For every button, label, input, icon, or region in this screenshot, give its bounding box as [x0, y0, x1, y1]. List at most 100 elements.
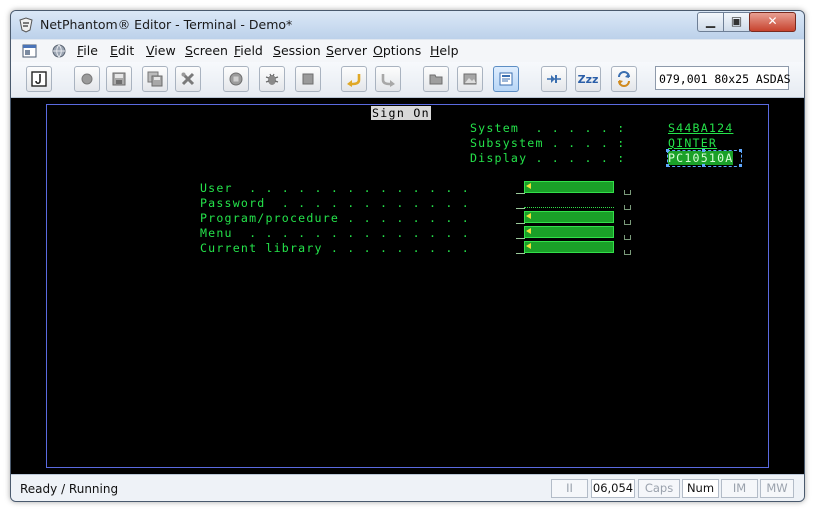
program-procedure-input[interactable] [524, 211, 614, 223]
menu-help[interactable]: Help [430, 43, 459, 58]
subsystem-label: Subsystem . . . . : [470, 136, 626, 150]
folder-icon [429, 74, 443, 85]
title-bar[interactable]: NetPhantom® Editor - Terminal - Demo* ▁ … [11, 11, 804, 39]
resize-handle[interactable] [702, 164, 705, 167]
save-all-icon [147, 71, 163, 87]
folder-button[interactable] [423, 66, 449, 92]
status-mw: MW [760, 479, 794, 498]
resize-handle[interactable] [739, 149, 742, 152]
status-caps: Caps [638, 479, 680, 498]
menu-bar: File Edit View Screen Field Session Serv… [11, 39, 804, 62]
resize-handle[interactable] [702, 149, 705, 152]
stop-circle-button[interactable] [223, 66, 249, 92]
field-marker-icon [526, 243, 531, 249]
subsystem-value: QINTER [668, 136, 718, 150]
menu-input[interactable] [524, 226, 614, 238]
field-end-mark [624, 250, 631, 255]
record-button[interactable] [74, 66, 100, 92]
sign-on-heading: Sign On [371, 106, 431, 120]
field-marker-icon [526, 213, 531, 219]
save-button[interactable] [106, 66, 132, 92]
status-num: Num [682, 479, 719, 498]
record-icon [81, 73, 93, 85]
menu-edit[interactable]: Edit [110, 43, 134, 58]
current-library-input[interactable] [524, 241, 614, 253]
refresh-icon [618, 71, 630, 87]
current-library-label: Current library . . . . . . . . . [200, 241, 470, 255]
debug-button[interactable] [259, 66, 285, 92]
menu-file[interactable]: File [77, 43, 98, 58]
status-cursor-position: 06,054 [591, 479, 635, 498]
field-start-mark [516, 238, 525, 239]
password-label: Password . . . . . . . . . . . . [200, 196, 470, 210]
menu-field[interactable]: Field [234, 43, 263, 58]
user-label: User . . . . . . . . . . . . . . [200, 181, 470, 195]
menu-session[interactable]: Session [273, 43, 321, 58]
status-text: Ready / Running [20, 482, 119, 496]
step-button[interactable] [541, 66, 567, 92]
maximize-button[interactable]: ▣ [723, 12, 750, 32]
undo-icon [347, 74, 361, 87]
status-im: IM [721, 479, 758, 498]
field-marker-icon [526, 183, 531, 189]
position-info-field: 079,001 80x25 ASDAS [655, 66, 791, 90]
toolbar: Zzz 079,001 80x25 ASDAS [11, 62, 804, 98]
menu-screen[interactable]: Screen [185, 43, 228, 58]
globe-icon[interactable] [51, 43, 67, 59]
java-button[interactable] [26, 66, 52, 92]
system-value: S44BA124 [668, 121, 734, 135]
status-ii: II [551, 479, 588, 498]
terminal-screen[interactable]: Sign On System . . . . . : S44BA124 Subs… [11, 98, 804, 474]
system-label: System . . . . . : [470, 121, 626, 135]
save-icon [112, 72, 126, 86]
menu-options[interactable]: Options [373, 43, 421, 58]
sleep-button[interactable]: Zzz [575, 66, 601, 92]
close-button[interactable]: ✕ [749, 12, 796, 32]
menu-label: Menu . . . . . . . . . . . . . . [200, 226, 470, 240]
field-start-mark [516, 193, 525, 194]
field-start-mark [516, 208, 525, 209]
redo-icon [381, 74, 395, 87]
screen-view-button[interactable] [493, 66, 519, 92]
editor-window: NetPhantom® Editor - Terminal - Demo* ▁ … [10, 10, 805, 502]
field-end-mark [624, 205, 631, 210]
java-icon [31, 71, 47, 87]
minimize-icon: ▁ [705, 14, 716, 28]
field-end-mark [624, 190, 631, 195]
resize-handle[interactable] [739, 164, 742, 167]
close-icon: ✕ [767, 14, 778, 28]
image-icon [463, 73, 477, 85]
screen-frame [46, 104, 769, 468]
sleep-icon: Zzz [577, 72, 599, 86]
user-input[interactable] [524, 181, 614, 193]
screen-view-icon [499, 72, 513, 86]
window-title: NetPhantom® Editor - Terminal - Demo* [40, 17, 293, 32]
field-start-mark [516, 253, 525, 254]
step-icon [547, 75, 561, 83]
undo-button[interactable] [341, 66, 367, 92]
minimize-button[interactable]: ▁ [697, 12, 724, 32]
menu-server[interactable]: Server [326, 43, 367, 58]
resize-handle[interactable] [666, 164, 669, 167]
netphantom-app-icon [19, 17, 33, 33]
program-procedure-label: Program/procedure . . . . . . . . [200, 211, 470, 225]
window-menu-icon[interactable] [22, 43, 38, 59]
password-input[interactable] [524, 196, 614, 208]
menu-view[interactable]: View [146, 43, 176, 58]
stop-circle-icon [229, 72, 243, 86]
redo-button[interactable] [375, 66, 401, 92]
resize-handle[interactable] [666, 149, 669, 152]
field-end-mark [624, 235, 631, 240]
restore-icon: ▣ [730, 14, 743, 28]
field-start-mark [516, 223, 525, 224]
field-marker-icon [526, 228, 531, 234]
field-end-mark [624, 220, 631, 225]
stop-icon [302, 73, 314, 85]
stop-button[interactable] [295, 66, 321, 92]
refresh-button[interactable] [611, 66, 637, 92]
tools-button[interactable] [175, 66, 201, 92]
save-all-button[interactable] [142, 66, 168, 92]
image-button[interactable] [457, 66, 483, 92]
tools-icon [181, 72, 195, 86]
bug-icon [265, 73, 279, 85]
